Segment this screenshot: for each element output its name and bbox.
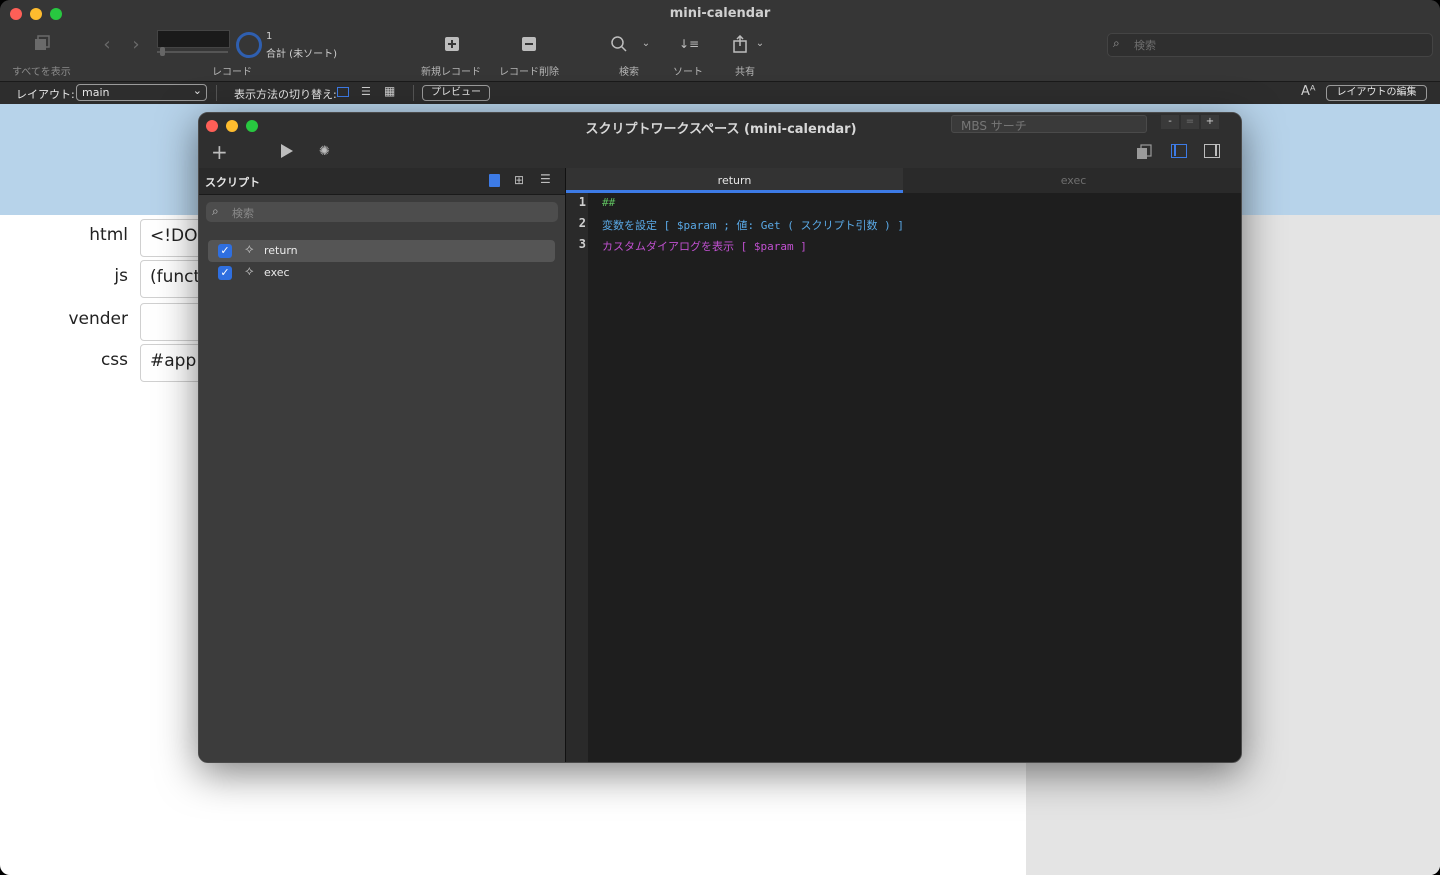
separator-icon[interactable]: ☰	[540, 172, 551, 186]
quick-find-placeholder: 検索	[1134, 39, 1156, 52]
layout-chevron-down-icon: ⌄	[192, 84, 202, 97]
quick-find-input[interactable]: ⌕ 検索	[1107, 33, 1433, 57]
record-number-field[interactable]	[157, 30, 230, 48]
script-name: return	[264, 244, 298, 257]
delete-record-label[interactable]: レコード削除	[499, 63, 559, 78]
tab-return[interactable]: return	[566, 168, 903, 193]
left-pane-toggle-icon[interactable]	[1171, 144, 1187, 158]
prev-record-icon[interactable]: ‹	[99, 33, 115, 55]
tab-exec[interactable]: exec	[904, 168, 1241, 193]
right-pane-toggle-icon[interactable]	[1204, 144, 1220, 158]
view-as-label: 表示方法の切り替え:	[234, 88, 337, 101]
zoom-in-button[interactable]: +	[1201, 115, 1219, 129]
script-name: exec	[264, 266, 290, 279]
next-record-icon[interactable]: ›	[128, 33, 144, 55]
preview-button[interactable]: プレビュー	[422, 85, 490, 101]
line-number: 3	[578, 237, 586, 251]
script-tabs: return exec	[566, 168, 1241, 193]
delete-record-icon[interactable]	[519, 34, 539, 54]
field-label-css: css	[100, 350, 128, 370]
find-icon[interactable]	[608, 33, 630, 55]
mbs-search-input[interactable]: MBS サーチ	[951, 115, 1147, 133]
layout-select[interactable]: main ⌄	[76, 84, 207, 101]
record-total: 合計 (未ソート)	[266, 49, 337, 60]
copy-window-icon[interactable]	[1136, 144, 1152, 164]
share-chevron-down-icon[interactable]: ⌄	[753, 36, 767, 50]
scripts-pane: スクリプト ⊞ ☰ ⌕ 検索 ✓ ⟡ return ✓ ⟡ exec	[199, 168, 565, 762]
record-label: レコード	[212, 67, 252, 78]
script-checkbox[interactable]: ✓	[218, 266, 232, 280]
edit-layout-button[interactable]: レイアウトの編集	[1326, 85, 1427, 101]
record-slider-handle[interactable]	[160, 47, 165, 56]
script-workspace-window: スクリプトワークスペース (mini-calendar) MBS サーチ - =…	[198, 112, 1242, 763]
sort-icon[interactable]: ↓≡	[678, 33, 700, 55]
table-view-icon[interactable]: ▦	[384, 85, 395, 97]
record-number: 1	[266, 31, 273, 42]
script-workspace-toolbar: スクリプトワークスペース (mini-calendar) MBS サーチ - =…	[199, 113, 1241, 168]
line-gutter	[566, 193, 588, 762]
script-row-return[interactable]: ✓ ⟡ return	[208, 240, 555, 262]
line-number: 1	[578, 195, 586, 209]
share-icon[interactable]	[730, 33, 750, 55]
filemaker-window: mini-calendar すべてを表示 ‹ › 1 合計 (未ソート) レコー…	[0, 0, 1440, 875]
script-checkbox[interactable]: ✓	[218, 244, 232, 258]
run-script-icon[interactable]	[280, 143, 294, 163]
field-label-html: html	[89, 225, 128, 245]
toolbar-area: mini-calendar すべてを表示 ‹ › 1 合計 (未ソート) レコー…	[0, 0, 1440, 81]
new-folder-icon[interactable]: ⊞	[514, 173, 524, 187]
scripts-search-placeholder: 検索	[232, 207, 254, 220]
debug-icon[interactable]: ✺	[319, 144, 330, 159]
code-line-comment[interactable]: ##	[602, 196, 615, 209]
scripts-header-label: スクリプト	[205, 176, 260, 189]
code-line-show-dialog[interactable]: カスタムダイアログを表示 [ $param ]	[602, 238, 807, 254]
text-format-icon[interactable]: Aᴬ	[1301, 84, 1316, 99]
field-label-vender: vender	[68, 309, 128, 329]
scripts-pane-header: スクリプト ⊞ ☰	[199, 168, 565, 195]
show-all-label: すべてを表示	[12, 67, 71, 78]
zoom-out-button[interactable]: -	[1161, 115, 1179, 129]
layout-label: レイアウト:	[16, 88, 75, 101]
code-line-set-variable[interactable]: 変数を設定 [ $param ; 値: Get ( スクリプト引数 ) ]	[602, 217, 904, 233]
new-record-icon[interactable]	[442, 34, 462, 54]
script-row-exec[interactable]: ✓ ⟡ exec	[208, 262, 555, 284]
sort-label[interactable]: ソート	[673, 63, 703, 78]
script-editor[interactable]: 1 2 3 ## 変数を設定 [ $param ; 値: Get ( スクリプト…	[566, 193, 1241, 762]
show-all-icon[interactable]	[30, 33, 54, 55]
share-label[interactable]: 共有	[735, 63, 755, 78]
add-script-icon[interactable]: +	[211, 142, 228, 162]
form-view-icon[interactable]	[337, 87, 349, 97]
quick-find-search-icon: ⌕	[1113, 36, 1120, 50]
layout-select-value: main	[82, 86, 110, 99]
window-title: mini-calendar	[669, 6, 771, 21]
new-record-label[interactable]: 新規レコード	[421, 63, 481, 78]
find-label[interactable]: 検索	[619, 63, 639, 78]
script-icon: ⟡	[245, 264, 254, 279]
find-chevron-down-icon[interactable]: ⌄	[639, 36, 653, 50]
divider	[413, 85, 414, 101]
record-progress-ring	[236, 32, 262, 58]
list-view-icon[interactable]: ☰	[361, 86, 371, 97]
layout-bar: レイアウト: main ⌄ 表示方法の切り替え: ☰ ▦ プレビュー Aᴬ レイ…	[0, 81, 1440, 105]
field-label-js: js	[114, 266, 128, 286]
line-number: 2	[578, 216, 586, 230]
new-script-icon[interactable]	[489, 174, 500, 187]
divider	[216, 85, 217, 101]
record-slider[interactable]	[157, 51, 228, 53]
script-icon: ⟡	[245, 242, 254, 257]
scripts-search-icon: ⌕	[212, 204, 219, 218]
scripts-search-input[interactable]: ⌕ 検索	[206, 202, 558, 222]
zoom-reset-button[interactable]: =	[1181, 115, 1199, 129]
